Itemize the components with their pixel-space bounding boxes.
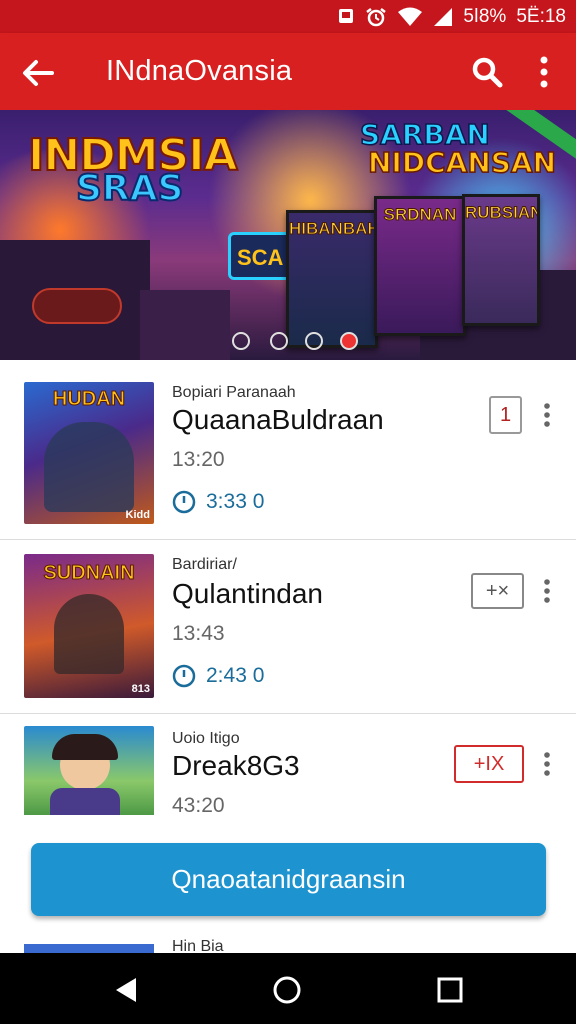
item-subtitle: Bopiari Paranaah [172, 384, 296, 401]
nav-home-icon[interactable] [272, 975, 302, 1005]
banner-play-button[interactable] [32, 288, 122, 324]
banner-building [140, 290, 230, 360]
app-title: INdnaOvansia [106, 55, 293, 87]
banner-card-title: HIBANBAH [289, 219, 378, 239]
list-item[interactable]: HUDAN Kidd Bopiari Paranaah QuaanaBuldra… [0, 360, 576, 540]
status-icons: 5ǀ8% 5Ё:18 [337, 6, 566, 28]
peek-subtitle: Hin Bia [172, 938, 224, 954]
item-thumbnail [24, 726, 154, 815]
thumbnail-figure [54, 594, 124, 674]
banner-card: RUBSIAN [462, 194, 540, 326]
item-action-button[interactable]: +IX [454, 745, 524, 783]
item-thumbnail: HUDAN Kidd [24, 382, 154, 524]
thumbnail-title: HUDAN [52, 388, 126, 411]
battery-percent: 5ǀ8% [463, 6, 507, 27]
thumbnail-badge: Kidd [125, 509, 150, 521]
item-duration-text: 3:33 0 [206, 490, 265, 513]
banner-card: SRDNAN [374, 196, 466, 336]
primary-action-button[interactable]: Qnaoatanidgraansin [31, 843, 546, 916]
list-item[interactable]: Uoio Itigo Dreak8G3 43:20 +IX [0, 714, 576, 815]
status-bar: 5ǀ8% 5Ё:18 [0, 0, 576, 33]
more-vert-icon[interactable] [530, 53, 558, 91]
arrow-left-icon[interactable] [18, 53, 58, 93]
message-icon [339, 9, 354, 23]
clock-icon [172, 490, 196, 514]
banner-side-label: SCA [237, 245, 284, 270]
more-vert-icon[interactable] [540, 578, 554, 604]
system-nav-bar [0, 953, 576, 1024]
app-bar: INdnaOvansia [0, 33, 576, 110]
item-name: Dreak8G3 [172, 750, 300, 781]
item-subtitle: Uoio Itigo [172, 730, 240, 747]
nav-recents-icon[interactable] [435, 975, 465, 1005]
nav-back-icon[interactable] [112, 975, 142, 1005]
item-time: 43:20 [172, 794, 225, 815]
banner-dot[interactable] [232, 332, 250, 350]
promo-banner[interactable]: INDMSIA SRAS SARBAN NIDCANSAN SCA HIBANB… [0, 110, 576, 360]
thumbnail-hair [52, 734, 118, 760]
more-vert-icon[interactable] [540, 402, 554, 428]
banner-card-title: SRDNAN [383, 205, 457, 225]
item-name: QuaanaBuldraan [172, 404, 384, 435]
banner-logo-left-sub: SRAS [75, 167, 184, 210]
item-duration: 2:43 0 [172, 664, 264, 688]
banner-dot[interactable] [340, 332, 358, 350]
list-item[interactable]: SUDNAIN 813 Bardiriar/ Qulantindan 13:43… [0, 540, 576, 714]
alarm-icon [366, 8, 387, 27]
item-duration: 3:33 0 [172, 490, 264, 514]
thumbnail-badge: 813 [131, 683, 150, 695]
item-name: Qulantindan [172, 578, 324, 609]
banner-dot[interactable] [270, 332, 288, 350]
item-subtitle: Bardiriar/ [172, 556, 237, 573]
item-action-button[interactable]: +× [471, 573, 524, 609]
wifi-icon [398, 7, 423, 26]
item-action-button[interactable]: 1 [489, 396, 522, 434]
signal-icon [434, 8, 453, 26]
item-time: 13:20 [172, 448, 225, 471]
more-vert-icon[interactable] [540, 751, 554, 777]
status-clock: 5Ё:18 [516, 6, 566, 27]
item-time: 13:43 [172, 622, 225, 645]
banner-card-title: RUBSIAN [465, 203, 540, 223]
search-icon[interactable] [468, 53, 506, 91]
banner-card: HIBANBAH [286, 210, 378, 348]
item-duration-text: 2:43 0 [206, 664, 265, 687]
thumbnail-title: SUDNAIN [43, 562, 135, 585]
thumbnail-shirt [50, 788, 120, 815]
thumbnail-figure [44, 422, 134, 512]
banner-logo-right-sub: NIDCANSAN [367, 145, 557, 180]
item-thumbnail: SUDNAIN 813 [24, 554, 154, 698]
banner-dot[interactable] [305, 332, 323, 350]
clock-icon [172, 664, 196, 688]
